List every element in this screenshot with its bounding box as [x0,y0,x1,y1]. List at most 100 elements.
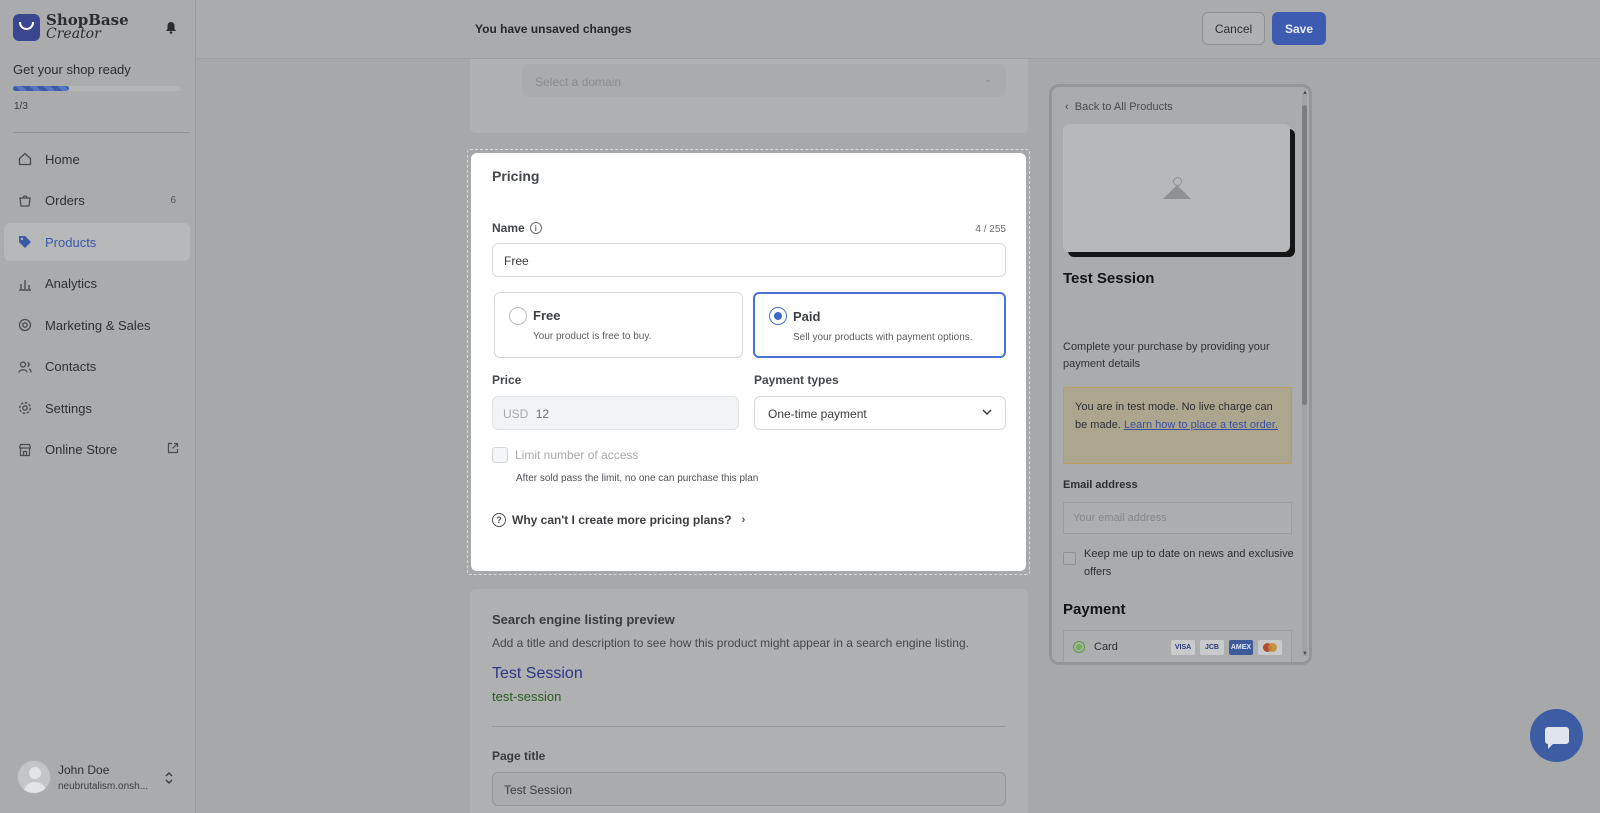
sidebar-item-label: Home [45,151,80,167]
paid-radio[interactable] [769,307,787,325]
domain-select[interactable]: Select a domain ⌄ [522,64,1006,97]
setup-progress-fill [13,86,69,91]
limit-access-option[interactable]: Limit number of access [492,447,638,463]
test-order-link[interactable]: Learn how to place a test order. [1124,419,1278,431]
seo-divider [492,726,1006,727]
sidebar-item-orders[interactable]: Orders 6 [4,182,190,220]
brand-sub: Creator [46,26,101,42]
amex-icon: AMEX [1229,639,1253,655]
pricing-title: Pricing [492,168,540,184]
currency-prefix: USD [503,407,529,421]
sidebar-item-products[interactable]: Products [4,223,190,261]
contacts-icon [17,359,32,374]
sidebar-item-label: Contacts [45,359,97,374]
preview-scroll-thumb[interactable] [1302,105,1307,405]
newsletter-option[interactable]: Keep me up to date on news and exclusive… [1063,546,1309,581]
shopbase-logo-icon [13,13,40,41]
sidebar: ShopBase Creator Get your shop ready 1/3… [0,0,196,813]
sidebar-nav: Home Orders 6 Products Analytics Marketi… [4,140,190,472]
page-title-input[interactable]: Test Session [492,772,1006,806]
sidebar-item-label: Marketing & Sales [45,317,151,333]
paid-option-desc: Sell your products with payment options. [793,332,973,343]
cancel-button[interactable]: Cancel [1202,12,1265,45]
chat-button[interactable] [1530,709,1583,762]
get-ready-title[interactable]: Get your shop ready [13,62,131,77]
limit-access-checkbox[interactable] [492,447,508,463]
chat-icon [1544,727,1569,749]
avatar [17,760,51,794]
jcb-icon: JCB [1200,639,1224,655]
payment-type-select[interactable]: One-time payment [754,396,1006,430]
external-link-icon[interactable] [167,442,179,457]
chevron-down-icon: ⌄ [983,74,992,85]
info-icon[interactable]: i [529,222,542,234]
free-option-desc: Your product is free to buy. [533,331,652,342]
brand-logo[interactable]: ShopBase Creator [13,13,129,41]
name-char-count: 4 / 255 [975,224,1006,235]
price-input[interactable]: USD 12 [492,396,739,430]
sidebar-divider [13,132,189,133]
store-icon [17,442,32,457]
sidebar-item-label: Settings [45,400,92,416]
sidebar-item-online-store[interactable]: Online Store [4,431,190,469]
sidebar-item-label: Analytics [45,276,98,291]
card-payment-option[interactable]: Card VISA JCB AMEX [1063,630,1292,662]
seo-preview-card: Search engine listing preview Add a titl… [470,589,1028,813]
product-preview-panel: ‹ Back to All Products Test Session Comp… [1049,84,1312,665]
plan-name-input[interactable]: Free [492,243,1006,277]
free-radio[interactable] [509,307,527,325]
pricing-option-paid[interactable]: Paid Sell your products with payment opt… [753,292,1006,358]
unsaved-changes-bar: You have unsaved changes Cancel Save [197,0,1600,59]
card-radio[interactable] [1073,641,1085,653]
paid-option-title: Paid [793,309,821,324]
tag-icon [17,235,32,250]
email-label: Email address [1063,479,1138,491]
bell-icon[interactable] [165,21,179,35]
pricing-option-free[interactable]: Free Your product is free to buy. [494,292,743,358]
user-name: John Doe [58,762,110,777]
unsaved-message: You have unsaved changes [475,22,632,36]
chevron-down-icon [982,407,992,418]
name-label: Name [492,221,525,235]
seo-desc: Add a title and description to see how t… [492,636,969,650]
scroll-down-icon[interactable]: ▼ [1302,651,1308,657]
payment-type-value: One-time payment [768,407,867,421]
email-input[interactable]: Your email address [1063,502,1292,534]
chevron-updown-icon[interactable] [164,771,174,788]
sidebar-item-analytics[interactable]: Analytics [4,265,190,303]
domain-card: Select a domain ⌄ [470,59,1028,133]
sidebar-item-contacts[interactable]: Contacts [4,348,190,386]
mastercard-icon [1258,639,1282,655]
setup-progress-count: 1/3 [14,101,28,112]
sidebar-item-label: Orders [45,193,85,208]
save-button[interactable]: Save [1272,12,1326,45]
price-label: Price [492,373,522,387]
card-label: Card [1094,641,1118,653]
sidebar-item-home[interactable]: Home [4,140,190,178]
payment-types-label: Payment types [754,373,839,387]
chevron-left-icon: ‹ [1065,101,1069,113]
gear-icon [17,401,32,416]
newsletter-label: Keep me up to date on news and exclusive… [1084,548,1294,578]
seo-slug: test-session [492,689,562,704]
user-domain: neubrutalism.onsh... [58,780,149,792]
sidebar-item-settings[interactable]: Settings [4,389,190,427]
scroll-up-icon[interactable]: ▲ [1302,90,1308,96]
orders-icon [17,193,32,208]
pricing-card: Pricing Name i 4 / 255 Free Free Your pr… [471,153,1026,571]
newsletter-checkbox[interactable] [1063,552,1076,565]
back-to-products-link[interactable]: ‹ Back to All Products [1065,101,1173,113]
domain-placeholder: Select a domain [535,75,622,89]
sidebar-item-marketing[interactable]: Marketing & Sales [4,306,190,344]
setup-progress-bar [13,86,181,91]
seo-title: Search engine listing preview [492,612,675,627]
orders-count-badge: 6 [170,195,176,206]
product-image-placeholder [1063,124,1290,252]
user-profile[interactable]: John Doe neubrutalism.onsh... [17,760,148,794]
limit-access-label: Limit number of access [515,448,639,462]
seo-link-title: Test Session [492,665,583,682]
sidebar-item-label: Online Store [45,442,118,457]
free-option-title: Free [533,308,561,323]
why-more-plans-link[interactable]: ? Why can't I create more pricing plans?… [492,513,745,527]
why-more-plans-text: Why can't I create more pricing plans? [512,513,732,527]
